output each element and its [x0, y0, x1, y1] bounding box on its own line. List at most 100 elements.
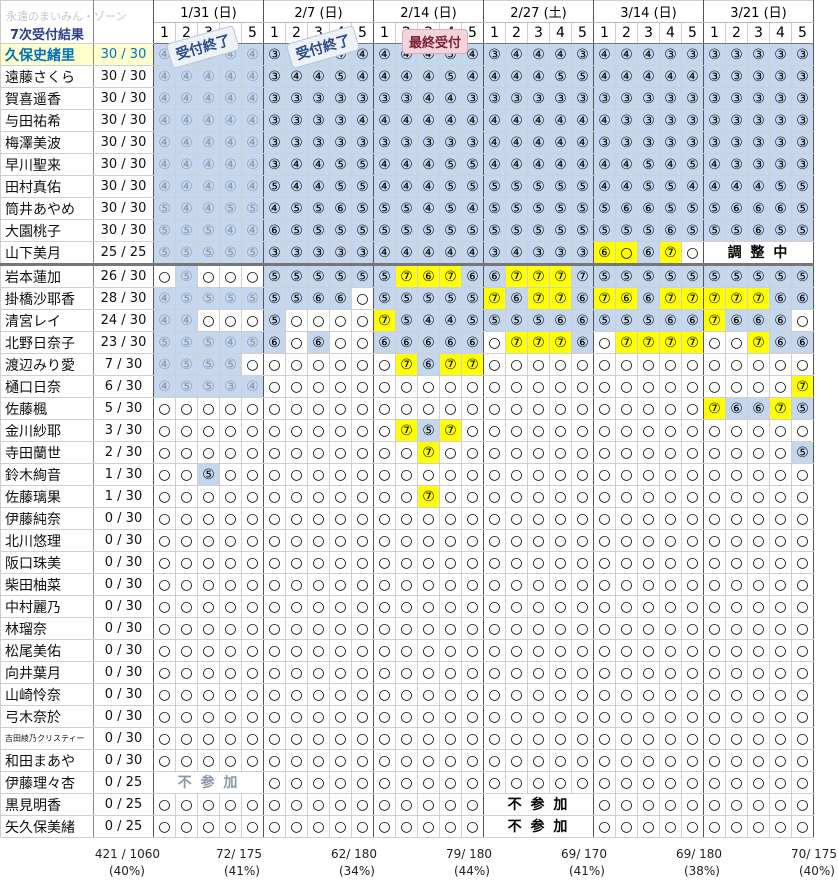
session-cell: ④	[439, 87, 462, 110]
session-cell: ○	[307, 617, 330, 640]
session-cell: ○	[505, 529, 528, 552]
session-cell: ○	[175, 815, 198, 838]
session-cell: ⑤	[505, 175, 528, 198]
session-cell: ○	[241, 661, 264, 684]
session-cell: ⑤	[791, 263, 814, 288]
session-cell: ○	[637, 661, 660, 684]
session-cell: ○	[725, 727, 748, 750]
session-cell: ○	[527, 749, 550, 772]
session-cell: ③	[439, 131, 462, 154]
session-cell: ○	[791, 617, 814, 640]
session-cell: ○	[241, 463, 264, 486]
session-cell: ○	[307, 353, 330, 376]
session-cell: ○	[153, 507, 176, 530]
session-cell: ○	[241, 485, 264, 508]
session-cell: ○	[505, 375, 528, 398]
session-cell: ○	[725, 375, 748, 398]
session-cell: ○	[769, 573, 792, 596]
session-cell: ○	[285, 397, 308, 420]
session-cell: ⑤	[681, 197, 704, 220]
status-note: 調 整 中	[703, 241, 814, 265]
member-row: 渡辺みり愛 7 / 30 ④ ⑤ ⑤ ⑤ ○ ○ ○ ○ ○ ○ ○ ⑦ ⑥ ⑦ ⑦ ○ ○ ○ ○ ○ ○ ○ ○ ○ ○ ○ ○ ○ ○…	[0, 353, 814, 376]
session-cell: ○	[351, 375, 374, 398]
session-cell: ○	[395, 529, 418, 552]
session-cell: ○	[703, 507, 726, 530]
session-cell: ○	[747, 485, 770, 508]
session-cell: ○	[527, 683, 550, 706]
member-name: 梅澤美波	[0, 131, 94, 154]
session-cell: ⑤	[197, 331, 220, 354]
session-cell: ③	[637, 131, 660, 154]
session-cell: ○	[615, 749, 638, 772]
session-cell: ○	[263, 727, 286, 750]
session-cell: ⑥	[769, 331, 792, 354]
session-cell: ○	[373, 573, 396, 596]
session-cell: ○	[307, 683, 330, 706]
session-cell: ④	[373, 43, 396, 66]
session-cell: ④	[373, 153, 396, 176]
session-cell: ○	[153, 639, 176, 662]
member-count: 30 / 30	[93, 43, 154, 66]
session-cell: ④	[395, 241, 418, 265]
session-cell: ○	[241, 595, 264, 618]
member-name: 黒見明香	[0, 793, 94, 816]
session-cell: ③	[351, 131, 374, 154]
session-cell: ⑥	[373, 331, 396, 354]
session-cell: ○	[725, 529, 748, 552]
session-cell: ⑤	[615, 263, 638, 288]
member-name: 矢久保美緒	[0, 815, 94, 838]
member-row: 梅澤美波 30 / 30 ④ ④ ④ ④ ④ ③ ③ ③ ③ ③ ③ ③ ③ ③ ③ ④ ④ ④ ④ ④ ③ ③ ③ ③ ③ ③ ③ ③ ③…	[0, 131, 814, 154]
member-name: 金川紗耶	[0, 419, 94, 442]
member-name: 北川悠理	[0, 529, 94, 552]
session-cell: ⑦	[395, 263, 418, 288]
session-cell: ○	[725, 419, 748, 442]
session-cell: ○	[197, 661, 220, 684]
session-cell: ○	[439, 397, 462, 420]
session-cell: ⑤	[593, 263, 616, 288]
session-cell: ③	[285, 87, 308, 110]
session-cell: ○	[791, 353, 814, 376]
session-cell: ⑥	[307, 331, 330, 354]
session-cell: ⑦	[747, 331, 770, 354]
session-cell: ④	[373, 65, 396, 88]
session-header-4-1: 2	[615, 22, 638, 44]
session-cell: ○	[329, 749, 352, 772]
session-cell: ⑥	[791, 331, 814, 354]
session-cell: ○	[549, 551, 572, 574]
session-cell: ○	[769, 419, 792, 442]
session-cell: ○	[527, 573, 550, 596]
session-cell: ⑤	[197, 463, 220, 486]
session-cell: ⑦	[395, 419, 418, 442]
session-cell: ⑦	[527, 287, 550, 310]
session-cell: ○	[483, 441, 506, 464]
session-cell: ○	[769, 353, 792, 376]
session-cell: ○	[153, 463, 176, 486]
member-row: 岩本蓮加 26 / 30 ○ ⑤ ○ ○ ○ ⑤ ⑤ ⑤ ⑤ ⑤ ⑤ ⑦ ⑥ ⑦ ⑥ ⑥ ⑦ ⑦ ⑦ ⑦ ⑤ ⑤ ⑤ ⑤ ⑤ ⑤ ⑤ ⑤ ⑤…	[0, 263, 814, 288]
session-cell: ○	[417, 661, 440, 684]
session-cell: ○	[571, 463, 594, 486]
session-cell: ③	[461, 131, 484, 154]
session-header-4-0: 1	[593, 22, 616, 44]
session-cell: ○	[175, 793, 198, 816]
session-cell: ⑤	[461, 309, 484, 332]
session-cell: ④	[175, 65, 198, 88]
session-cell: ○	[329, 661, 352, 684]
session-cell: ○	[373, 815, 396, 838]
session-cell: ○	[263, 639, 286, 662]
session-cell: ④	[307, 65, 330, 88]
session-cell: ④	[219, 175, 242, 198]
session-cell: ○	[725, 683, 748, 706]
session-header-3-4: 5	[571, 22, 594, 44]
session-cell: ○	[329, 793, 352, 816]
session-cell: ⑥	[395, 331, 418, 354]
session-cell: ○	[439, 683, 462, 706]
session-cell: ⑦	[703, 397, 726, 420]
session-cell: ⑥	[747, 309, 770, 332]
session-cell: ⑤	[153, 219, 176, 242]
session-cell: ③	[791, 43, 814, 66]
session-cell: ④	[615, 153, 638, 176]
session-cell: ⑤	[637, 175, 660, 198]
session-cell: ⑥	[725, 197, 748, 220]
session-cell: ○	[703, 551, 726, 574]
session-cell: ○	[153, 727, 176, 750]
